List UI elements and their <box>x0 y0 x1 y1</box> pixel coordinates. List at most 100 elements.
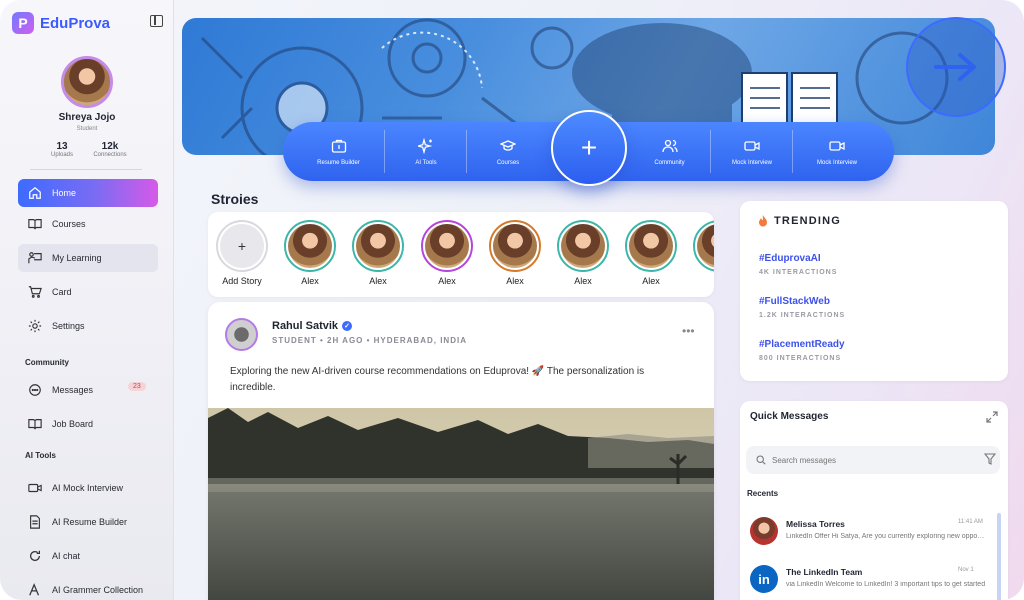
brand[interactable]: P EduProva <box>12 12 110 34</box>
story-name: Alex <box>506 276 524 286</box>
recents-label: Recents <box>747 489 779 498</box>
arrow-right-icon <box>934 53 976 81</box>
uploads-label: Uploads <box>50 152 73 158</box>
post-image[interactable] <box>208 408 714 600</box>
separator <box>710 130 711 173</box>
message-item[interactable]: in The LinkedIn Team Nov 1 via LinkedIn … <box>740 561 1008 600</box>
nav-ai-grammer[interactable]: AI Grammer Collection <box>18 576 158 600</box>
uploads-count: 13 <box>56 141 68 152</box>
users-icon <box>661 139 678 152</box>
story-avatar <box>625 220 677 272</box>
message-item[interactable]: Melissa Torres 11:41 AM LinkedIn Offer H… <box>740 513 1008 561</box>
app-window: P EduProva Shreya Jojo Student 13 Upload… <box>0 0 1024 600</box>
post-meta: STUDENT • 2H AGO • HYDERABAD, INDIA <box>272 336 467 345</box>
action-mock-interview-2[interactable]: Mock Interview <box>794 122 880 181</box>
story-name: Alex <box>574 276 592 286</box>
trending-tag[interactable]: #FullStackWeb <box>759 296 830 307</box>
action-mock-interview[interactable]: Mock Interview <box>712 122 792 181</box>
more-options-icon[interactable]: ••• <box>682 324 695 338</box>
post-author-avatar[interactable] <box>225 318 258 351</box>
nav-ai-mock-interview[interactable]: AI Mock Interview <box>18 474 158 502</box>
section-community: Community <box>25 358 69 367</box>
story-item[interactable]: Alex <box>487 220 543 286</box>
message-time: Nov 1 <box>958 567 974 573</box>
action-ai-tools[interactable]: AI Tools <box>386 122 466 181</box>
create-plus-button[interactable]: + <box>551 110 627 186</box>
app-name: EduProva <box>40 14 111 32</box>
nav-my-learning-label: My Learning <box>52 253 102 263</box>
stat-uploads: 13 Uploads <box>48 141 76 158</box>
nav-courses[interactable]: Courses <box>18 210 158 238</box>
trending-header: TRENDING <box>758 215 841 227</box>
chat-bubble-icon <box>28 383 42 397</box>
story-item[interactable]: Alex <box>419 220 475 286</box>
story-item[interactable]: Alex <box>350 220 406 286</box>
cart-icon <box>28 285 42 299</box>
action-resume-builder[interactable]: Resume Builder <box>301 122 376 181</box>
trending-tag[interactable]: #EduprovaAI <box>759 253 821 264</box>
nav-ai-chat[interactable]: AI chat <box>18 542 158 570</box>
refresh-chat-icon <box>28 549 42 563</box>
nav-home-label: Home <box>52 188 77 198</box>
story-avatar <box>557 220 609 272</box>
sidebar-toggle-icon[interactable] <box>150 15 163 27</box>
story-name: Alex <box>438 276 456 286</box>
nav-settings[interactable]: Settings <box>18 312 158 340</box>
nav-job-board-label: Job Board <box>52 419 94 429</box>
message-preview: LinkedIn Offer Hi Satya, Are you current… <box>786 533 986 540</box>
message-sender: The LinkedIn Team <box>786 567 863 577</box>
add-story-label: Add Story <box>222 276 262 286</box>
add-story-button[interactable]: + Add Story <box>214 220 270 286</box>
separator <box>384 130 385 173</box>
divider <box>30 169 142 170</box>
post-text: Exploring the new AI-driven course recom… <box>230 366 645 393</box>
trending-count: 4K INTERACTIONS <box>759 269 838 276</box>
section-ai-tools: AI Tools <box>25 451 56 460</box>
message-time: 11:41 AM <box>958 519 983 525</box>
story-avatar <box>284 220 336 272</box>
profile-avatar[interactable] <box>61 56 113 108</box>
separator <box>792 130 793 173</box>
grammar-icon <box>28 583 42 597</box>
messages-badge: 23 <box>128 382 146 391</box>
teacher-icon <box>28 251 42 265</box>
message-search <box>746 446 1000 474</box>
feed-post: Rahul Satvik ✓ STUDENT • 2H AGO • HYDERA… <box>208 302 714 600</box>
story-item[interactable]: A <box>691 220 714 286</box>
message-avatar <box>750 517 778 545</box>
post-author[interactable]: Rahul Satvik ✓ <box>272 320 353 332</box>
nav-job-board[interactable]: Job Board <box>18 410 158 438</box>
action-label: Mock Interview <box>731 159 772 166</box>
quick-messages-panel: Quick Messages Recents Melissa Torres 11… <box>740 401 1008 600</box>
video-icon <box>829 140 845 151</box>
banner-next-button[interactable] <box>906 17 1006 117</box>
story-item[interactable]: Alex <box>282 220 338 286</box>
story-item[interactable]: Alex <box>555 220 611 286</box>
scrollbar[interactable] <box>997 513 1001 600</box>
document-icon <box>28 515 42 529</box>
logo-icon: P <box>12 12 34 34</box>
story-avatar <box>693 220 714 272</box>
expand-icon[interactable] <box>986 411 998 423</box>
nav-card[interactable]: Card <box>18 278 158 306</box>
nav-card-label: Card <box>52 287 72 297</box>
action-label: Community <box>654 159 685 166</box>
nav-my-learning[interactable]: My Learning <box>18 244 158 272</box>
story-item[interactable]: Alex <box>623 220 679 286</box>
nav-ai-mock-interview-label: AI Mock Interview <box>52 483 124 493</box>
briefcase-icon <box>331 139 346 153</box>
action-community[interactable]: Community <box>629 122 710 181</box>
connections-count: 12k <box>101 141 119 152</box>
trending-count: 1.2K INTERACTIONS <box>759 312 846 319</box>
search-input[interactable] <box>772 455 962 465</box>
action-courses[interactable]: Courses <box>468 122 548 181</box>
nav-ai-resume-builder[interactable]: AI Resume Builder <box>18 508 158 536</box>
nav-home[interactable]: Home <box>18 179 158 207</box>
trending-tag[interactable]: #PlacementReady <box>759 339 845 350</box>
separator <box>466 130 467 173</box>
video-icon <box>28 481 42 495</box>
story-avatar <box>352 220 404 272</box>
trending-panel: TRENDING #EduprovaAI 4K INTERACTIONS #Fu… <box>740 201 1008 381</box>
filter-icon[interactable] <box>984 453 996 465</box>
home-icon <box>28 186 42 200</box>
